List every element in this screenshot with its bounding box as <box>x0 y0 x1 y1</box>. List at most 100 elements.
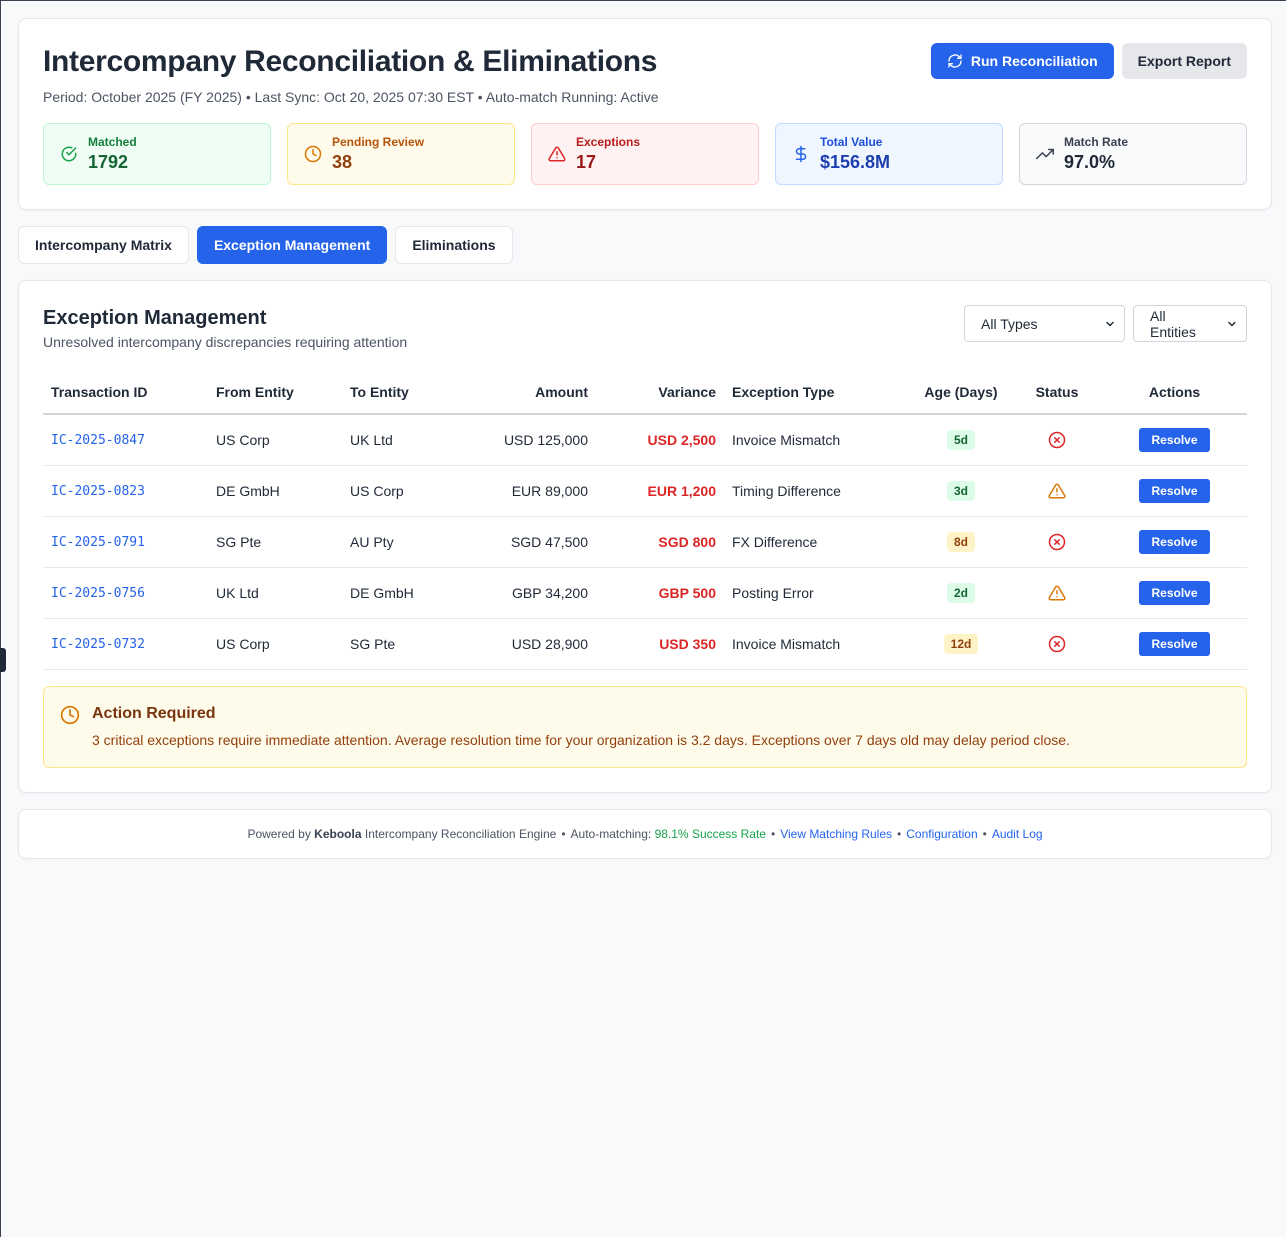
stat-label: Total Value <box>820 135 883 149</box>
x-circle-icon <box>1048 635 1066 652</box>
resolve-button[interactable]: Resolve <box>1139 631 1210 656</box>
footer-engine: Intercompany Reconciliation Engine <box>364 827 557 841</box>
tab-bar: Intercompany Matrix Exception Management… <box>18 226 1272 264</box>
dollar-icon <box>795 145 807 163</box>
footer-brand: Keboola <box>314 827 362 841</box>
amount-cell: USD 125,000 <box>470 414 596 466</box>
col-age[interactable]: Age (Days) <box>910 370 1012 415</box>
run-reconciliation-button[interactable]: Run Reconciliation <box>930 43 1114 79</box>
stat-match-rate: Match Rate 97.0% <box>1019 123 1247 185</box>
from-entity-cell: US Corp <box>208 618 342 670</box>
col-variance[interactable]: Variance <box>596 370 724 415</box>
age-badge: 12d <box>943 633 979 654</box>
stat-value: 38 <box>332 152 353 172</box>
table-row: IC-2025-0732 US Corp SG Pte USD 28,900 U… <box>43 618 1247 670</box>
col-from-entity[interactable]: From Entity <box>208 370 342 415</box>
warning-icon <box>1048 483 1066 499</box>
stat-value: 1792 <box>88 152 129 172</box>
tab-intercompany-matrix[interactable]: Intercompany Matrix <box>18 226 189 264</box>
from-entity-cell: US Corp <box>208 414 342 466</box>
stat-value: 97.0% <box>1064 152 1116 172</box>
footer-powered-by: Powered by <box>247 827 311 841</box>
header-actions: Run Reconciliation Export Report <box>930 43 1247 79</box>
col-transaction-id[interactable]: Transaction ID <box>43 370 208 415</box>
clock-icon <box>304 145 322 163</box>
separator: • <box>897 827 902 841</box>
chevron-down-icon <box>1106 321 1114 326</box>
to-entity-cell: UK Ltd <box>342 414 470 466</box>
action-required-alert: Action Required 3 critical exceptions re… <box>43 685 1247 768</box>
check-circle-icon <box>61 146 77 162</box>
footer: Powered by Keboola Intercompany Reconcil… <box>18 809 1272 859</box>
transaction-id-link[interactable]: IC-2025-0823 <box>51 484 145 499</box>
to-entity-cell: US Corp <box>342 465 470 517</box>
export-report-button[interactable]: Export Report <box>1121 43 1247 79</box>
stat-total-value: Total Value $156.8M <box>775 123 1003 185</box>
stat-matched: Matched 1792 <box>43 123 271 185</box>
entity-filter-value: All Entities <box>1150 307 1196 340</box>
view-matching-rules-link[interactable]: View Matching Rules <box>780 827 892 841</box>
tab-eliminations[interactable]: Eliminations <box>395 226 513 264</box>
stat-label: Matched <box>88 135 137 149</box>
stat-value: $156.8M <box>820 152 891 172</box>
transaction-id-link[interactable]: IC-2025-0791 <box>51 535 145 550</box>
stat-label: Exceptions <box>576 135 641 149</box>
warning-icon <box>548 146 566 162</box>
variance-cell: USD 350 <box>596 618 724 670</box>
from-entity-cell: SG Pte <box>208 516 342 568</box>
chevron-down-icon <box>1228 321 1236 326</box>
stat-exceptions: Exceptions 17 <box>531 123 759 185</box>
audit-log-link[interactable]: Audit Log <box>992 827 1043 841</box>
resolve-button[interactable]: Resolve <box>1139 529 1210 554</box>
to-entity-cell: SG Pte <box>342 618 470 670</box>
resolve-button[interactable]: Resolve <box>1139 427 1210 452</box>
table-row: IC-2025-0756 UK Ltd DE GmbH GBP 34,200 G… <box>43 567 1247 619</box>
stat-label: Pending Review <box>332 135 425 149</box>
entity-filter-select[interactable]: All Entities <box>1133 305 1247 342</box>
clock-icon <box>60 705 80 724</box>
col-status[interactable]: Status <box>1012 370 1102 415</box>
age-badge: 3d <box>946 480 975 501</box>
exception-type-cell: FX Difference <box>724 516 910 568</box>
x-circle-icon <box>1048 533 1066 550</box>
separator: • <box>561 827 566 841</box>
amount-cell: GBP 34,200 <box>470 567 596 619</box>
exception-type-cell: Invoice Mismatch <box>724 618 910 670</box>
tab-exception-management[interactable]: Exception Management <box>196 226 388 264</box>
run-reconciliation-label: Run Reconciliation <box>970 53 1098 69</box>
page: Intercompany Reconciliation & Eliminatio… <box>18 18 1272 859</box>
configuration-link[interactable]: Configuration <box>906 827 977 841</box>
resolve-button[interactable]: Resolve <box>1139 580 1210 605</box>
age-badge: 5d <box>946 429 975 450</box>
table-row: IC-2025-0791 SG Pte AU Pty SGD 47,500 SG… <box>43 516 1247 568</box>
header-card: Intercompany Reconciliation & Eliminatio… <box>18 18 1272 210</box>
amount-cell: USD 28,900 <box>470 618 596 670</box>
resolve-button[interactable]: Resolve <box>1139 478 1210 503</box>
col-to-entity[interactable]: To Entity <box>342 370 470 415</box>
page-subtitle: Period: October 2025 (FY 2025) • Last Sy… <box>43 89 659 105</box>
exception-type-cell: Invoice Mismatch <box>724 414 910 466</box>
alert-text: 3 critical exceptions require immediate … <box>92 731 1070 748</box>
stat-pending-review: Pending Review 38 <box>287 123 515 185</box>
transaction-id-link[interactable]: IC-2025-0756 <box>51 586 145 601</box>
table-row: IC-2025-0847 US Corp UK Ltd USD 125,000 … <box>43 414 1247 466</box>
type-filter-select[interactable]: All Types <box>964 305 1125 342</box>
type-filter-value: All Types <box>981 315 1038 332</box>
trending-up-icon <box>1036 148 1054 160</box>
col-amount[interactable]: Amount <box>470 370 596 415</box>
transaction-id-link[interactable]: IC-2025-0847 <box>51 433 145 448</box>
col-exception-type[interactable]: Exception Type <box>724 370 910 415</box>
window-edge-handle[interactable] <box>0 648 6 672</box>
refresh-icon <box>948 54 962 68</box>
transaction-id-link[interactable]: IC-2025-0732 <box>51 637 145 652</box>
exception-panel: Exception Management Unresolved intercom… <box>18 280 1272 793</box>
filters: All Types All Entities <box>964 305 1247 342</box>
col-actions: Actions <box>1102 370 1247 415</box>
footer-auto-label: Auto-matching: <box>570 827 652 841</box>
from-entity-cell: DE GmbH <box>208 465 342 517</box>
footer-success-rate: 98.1% Success Rate <box>654 827 766 841</box>
stats-row: Matched 1792 Pending Review 38 Exception… <box>43 123 1247 185</box>
exception-type-cell: Posting Error <box>724 567 910 619</box>
warning-icon <box>1048 585 1066 601</box>
from-entity-cell: UK Ltd <box>208 567 342 619</box>
